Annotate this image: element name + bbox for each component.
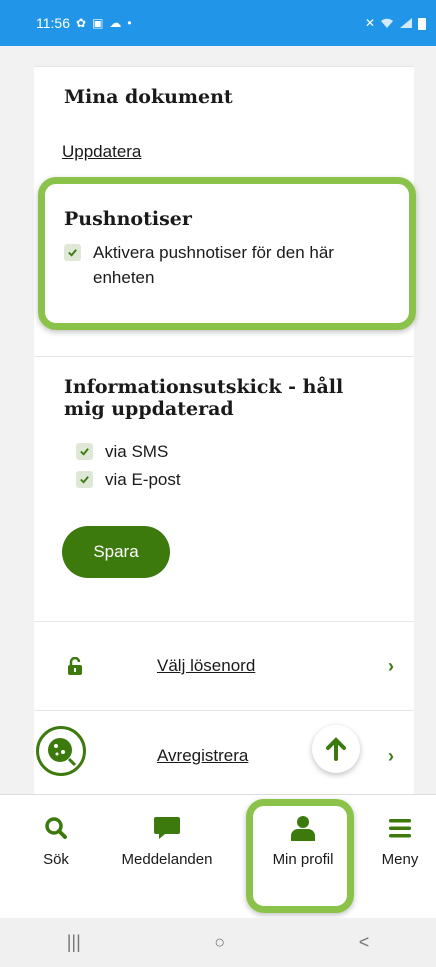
update-link[interactable]: Uppdatera [62, 142, 141, 162]
nav-profile-label: Min profil [272, 851, 334, 868]
password-link[interactable]: Välj lösenord [157, 656, 255, 676]
signal-icon [400, 18, 412, 28]
nav-search[interactable]: Sök [28, 795, 84, 919]
scroll-to-top-button[interactable] [312, 725, 360, 773]
time: 11:56 [36, 15, 70, 31]
calendar-icon: ▣ [92, 16, 104, 30]
hamburger-icon [389, 819, 411, 838]
push-option-label: Aktivera pushnotiser för den här enheten [93, 243, 334, 287]
sms-option[interactable]: via SMS [76, 439, 168, 464]
bottom-navigation: Sök Meddelanden Min profil Meny [0, 794, 436, 918]
check-icon [80, 448, 89, 456]
cookie-icon [48, 738, 77, 767]
chevron-right-icon: › [388, 655, 394, 676]
back-button[interactable]: < [359, 932, 370, 953]
push-title: Pushnotiser [64, 208, 192, 230]
unregister-link[interactable]: Avregistrera [157, 746, 248, 766]
home-button[interactable]: ○ [214, 932, 225, 953]
email-checkbox[interactable] [76, 471, 93, 488]
arrow-up-icon [326, 737, 346, 761]
system-navigation: ||| ○ < [0, 918, 436, 967]
nav-messages[interactable]: Meddelanden [112, 795, 222, 919]
cloud-icon: ☁ [109, 16, 122, 30]
nav-search-label: Sök [43, 851, 69, 868]
info-title: Informationsutskick - håll mig uppdatera… [64, 376, 344, 420]
documents-title: Mina dokument [64, 86, 233, 108]
nav-profile[interactable]: Min profil [258, 795, 348, 919]
push-checkbox[interactable] [64, 244, 81, 261]
gear-icon: ✿ [76, 16, 87, 30]
check-icon [68, 249, 77, 257]
unlock-icon [68, 657, 82, 675]
cookie-button[interactable] [36, 726, 86, 776]
search-icon [45, 817, 67, 839]
sms-label: via SMS [105, 442, 169, 461]
wifi-icon [381, 18, 393, 28]
save-button[interactable]: Spara [62, 526, 170, 578]
chat-icon [154, 817, 180, 839]
nav-menu-label: Meny [381, 851, 419, 868]
chevron-right-icon: › [388, 745, 394, 766]
menu-item-password[interactable]: Välj lösenord › [34, 621, 414, 711]
profile-page: Mina dokument Uppdatera Pushnotiser Akti… [0, 46, 436, 794]
dot: • [127, 16, 132, 30]
battery-icon [418, 17, 426, 30]
recents-button[interactable]: ||| [67, 932, 81, 953]
push-option[interactable]: Aktivera pushnotiser för den här enheten [64, 240, 384, 290]
nav-menu[interactable]: Meny [372, 795, 428, 919]
check-icon [80, 476, 89, 484]
user-icon [291, 816, 315, 841]
sms-checkbox[interactable] [76, 443, 93, 460]
nav-messages-label: Meddelanden [121, 851, 213, 868]
mute-icon: ✕ [364, 16, 375, 30]
email-label: via E-post [105, 470, 181, 489]
status-bar: 11:56 ✿ ▣ ☁ • ✕ [0, 0, 436, 46]
email-option[interactable]: via E-post [76, 467, 181, 492]
